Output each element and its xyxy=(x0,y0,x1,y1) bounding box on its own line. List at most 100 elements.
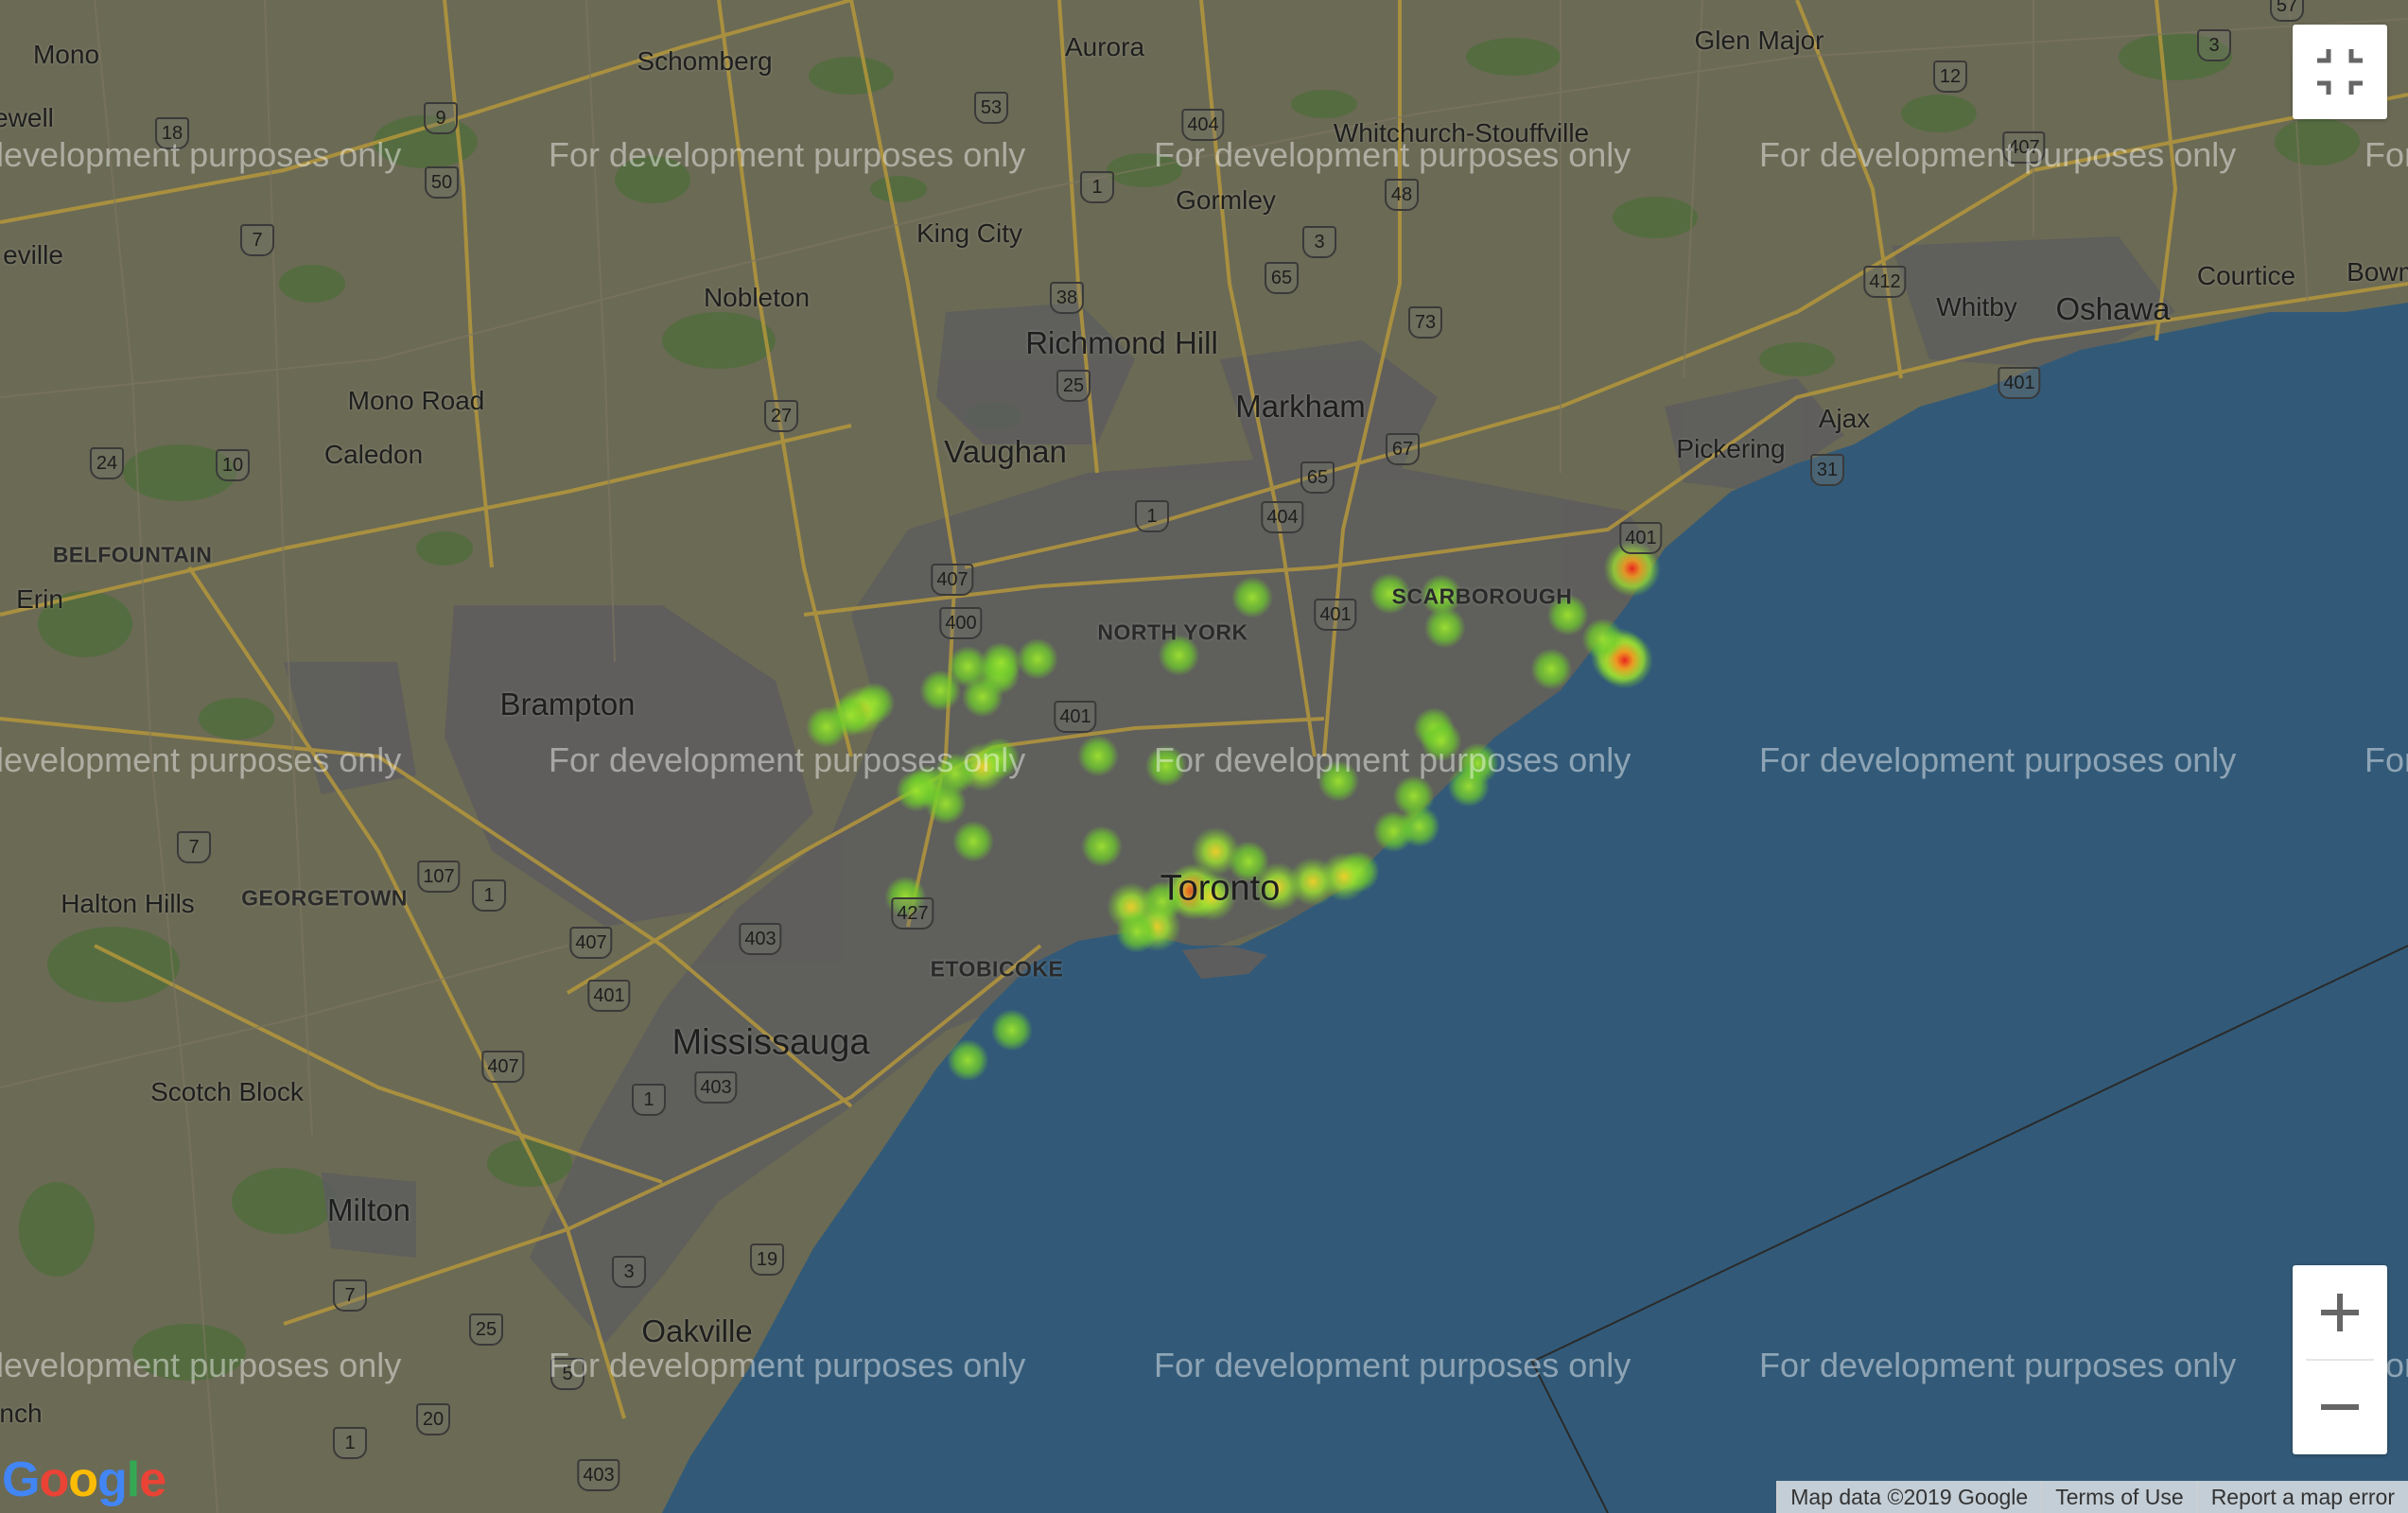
highway-shield: 12 xyxy=(1933,61,1967,93)
place-label-richmond-hill: Richmond Hill xyxy=(1025,325,1218,360)
logo-letter: o xyxy=(39,1452,69,1507)
place-label-scotch-block: Scotch Block xyxy=(150,1077,304,1106)
highway-shield: 20 xyxy=(416,1403,450,1435)
heatmap-point xyxy=(1080,826,1123,868)
place-label-king-city: King City xyxy=(916,218,1023,248)
map-data-attribution: Map data ©2019 Google xyxy=(1776,1481,2042,1513)
place-label-north-york: NORTH YORK xyxy=(1097,619,1248,645)
logo-letter: o xyxy=(68,1452,98,1507)
highway-shield: 403 xyxy=(577,1459,620,1491)
highway-shield: 403 xyxy=(739,923,782,955)
exit-fullscreen-icon xyxy=(2317,49,2363,95)
highway-shield: 1 xyxy=(632,1084,666,1116)
highway-shield: 3 xyxy=(1302,226,1336,258)
heatmap-point xyxy=(925,782,967,825)
place-label-gormley: Gormley xyxy=(1176,185,1276,215)
highway-shield: 65 xyxy=(1300,461,1335,494)
highway-shield: 1 xyxy=(1080,171,1114,203)
place-label-aurora: Aurora xyxy=(1064,32,1145,61)
highway-shield: 1 xyxy=(472,879,506,912)
heatmap-point xyxy=(1530,648,1573,690)
highway-shield: 3 xyxy=(2197,29,2231,61)
highway-shield: 48 xyxy=(1385,179,1419,211)
highway-shield: 25 xyxy=(1056,370,1091,402)
place-label-pickering: Pickering xyxy=(1676,434,1786,463)
place-label-eville: eville xyxy=(3,240,63,270)
place-label-bowmanville: Bowm xyxy=(2347,257,2408,287)
highway-shield: 7 xyxy=(240,224,274,256)
place-label-scarborough: SCARBOROUGH xyxy=(1391,583,1573,609)
place-label-belfountain: BELFOUNTAIN xyxy=(52,542,213,567)
map-canvas[interactable]: Toronto Mississauga Brampton Vaughan Richmon… xyxy=(0,0,2408,1513)
highway-shield: 401 xyxy=(1054,701,1097,733)
place-label-caledon: Caledon xyxy=(323,440,424,469)
highway-shield: 10 xyxy=(216,449,250,481)
place-label-whitby: Whitby xyxy=(1936,292,2017,322)
watermark-text: For development purposes only xyxy=(549,135,1026,174)
highway-shield: 1 xyxy=(333,1427,367,1459)
highway-shield: 67 xyxy=(1386,433,1420,465)
highway-shield: 53 xyxy=(974,92,1008,124)
highway-shield: 403 xyxy=(694,1071,738,1104)
zoom-in-button[interactable] xyxy=(2293,1265,2387,1360)
heatmap-point xyxy=(961,675,1003,718)
highway-shield: 427 xyxy=(891,897,934,930)
watermark-text: For development purposes only xyxy=(2364,740,2408,779)
watermark-text: For development purposes only xyxy=(0,135,402,174)
highway-shield: 3 xyxy=(612,1256,646,1288)
heatmap-point xyxy=(1581,617,1624,660)
highway-shield: 65 xyxy=(1265,262,1299,294)
watermark-text: For development purposes only xyxy=(1154,1346,1632,1384)
highway-shield: 400 xyxy=(939,607,983,639)
place-label-glen-major: Glen Major xyxy=(1694,26,1824,55)
minus-icon xyxy=(2321,1404,2359,1410)
heatmap-point xyxy=(919,670,962,712)
highway-shield: 107 xyxy=(417,861,461,893)
heatmap-point xyxy=(1077,735,1119,777)
highway-shield: 407 xyxy=(931,564,974,596)
terms-of-use-link[interactable]: Terms of Use xyxy=(2041,1481,2197,1513)
logo-letter: e xyxy=(139,1452,166,1507)
fullscreen-button[interactable] xyxy=(2293,25,2387,119)
heatmap-point xyxy=(952,820,995,862)
place-label-mono: Mono xyxy=(32,40,100,69)
highway-shield: 7 xyxy=(177,831,211,863)
place-label-mississauga: Mississauga xyxy=(672,1022,870,1063)
google-logo[interactable]: Google xyxy=(2,1452,166,1508)
watermark-text: For development purposes only xyxy=(1154,740,1632,779)
highway-shield: 401 xyxy=(1314,599,1357,631)
plus-icon xyxy=(2321,1294,2359,1331)
heatmap-point xyxy=(1231,576,1273,618)
highway-shield: 7 xyxy=(333,1279,367,1312)
place-label-courtice: Courtice xyxy=(2196,261,2296,290)
highway-shield: 407 xyxy=(569,927,613,959)
place-label-brampton: Brampton xyxy=(499,687,636,722)
highway-shield: 38 xyxy=(1050,282,1084,314)
watermark-text: For development purposes only xyxy=(1759,135,2237,174)
place-label-erin: Erin xyxy=(16,584,63,614)
heatmap-point xyxy=(1423,606,1466,649)
place-label-nch: nch xyxy=(0,1399,43,1428)
place-label-orangeville: ewell xyxy=(0,103,54,132)
highway-shield: 24 xyxy=(90,447,124,479)
place-label-georgetown: GEORGETOWN xyxy=(241,885,408,911)
attribution-bar: Map data ©2019 Google Terms of Use Repor… xyxy=(1776,1481,2408,1513)
logo-letter: l xyxy=(126,1452,140,1507)
highway-shield: 412 xyxy=(1863,266,1907,298)
heatmap-point xyxy=(947,1039,989,1082)
highway-shield: 31 xyxy=(1810,454,1844,486)
place-label-milton: Milton xyxy=(326,1192,411,1227)
highway-shield: 73 xyxy=(1408,306,1442,339)
highway-shield: 1 xyxy=(1135,500,1169,532)
watermark-text: For development purposes only xyxy=(549,740,1026,779)
place-label-oakville: Oakville xyxy=(641,1313,753,1348)
highway-shield: 50 xyxy=(425,166,459,199)
place-label-nobleton: Nobleton xyxy=(703,283,811,312)
zoom-out-button[interactable] xyxy=(2293,1360,2387,1454)
report-map-error-link[interactable]: Report a map error xyxy=(2196,1481,2408,1513)
heatmap-point xyxy=(1115,911,1158,953)
watermark-text: For development purposes only xyxy=(0,1346,402,1384)
highway-shield: 27 xyxy=(764,400,798,432)
zoom-control xyxy=(2293,1265,2387,1454)
place-label-halton-hills: Halton Hills xyxy=(61,889,195,918)
